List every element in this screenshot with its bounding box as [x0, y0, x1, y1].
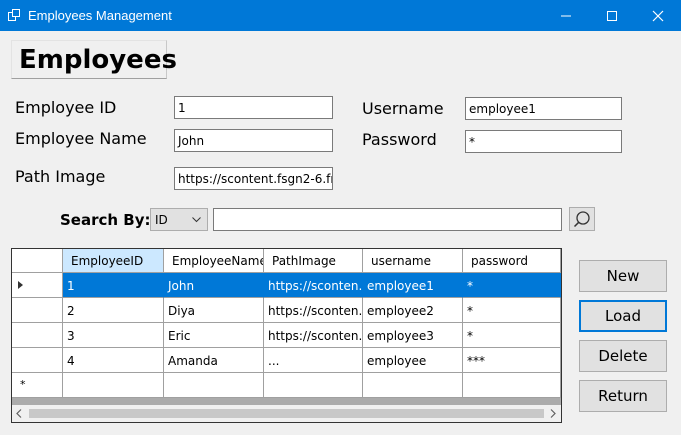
search-by-label: Search By: — [60, 211, 151, 229]
cell-employeeid[interactable] — [63, 373, 164, 398]
maximize-icon — [607, 11, 617, 21]
row-header[interactable] — [12, 273, 63, 298]
path-image-label: Path Image — [15, 167, 106, 186]
column-header-employeename[interactable]: EmployeeName — [164, 249, 264, 273]
grid-header-row: EmployeeID EmployeeName PathImage userna… — [12, 249, 561, 274]
column-header-username[interactable]: username — [363, 249, 463, 273]
cell-username[interactable]: employee1 — [363, 273, 463, 298]
search-button[interactable] — [569, 207, 595, 231]
search-field-select[interactable]: ID — [150, 208, 208, 231]
column-header-password[interactable]: password — [463, 249, 561, 273]
cell-username[interactable]: employee3 — [363, 323, 463, 348]
search-icon — [573, 211, 590, 228]
table-row[interactable]: 4 Amanda ... employee *** — [12, 348, 561, 373]
horizontal-scrollbar[interactable] — [12, 405, 561, 422]
row-header-corner — [12, 249, 63, 273]
scroll-right-icon[interactable] — [550, 409, 556, 418]
cell-employeeid[interactable]: 2 — [63, 298, 164, 323]
cell-employeeid[interactable]: 3 — [63, 323, 164, 348]
password-field[interactable]: * — [465, 130, 622, 153]
load-button[interactable]: Load — [579, 300, 667, 332]
row-header[interactable] — [12, 348, 63, 373]
new-row-marker: * — [20, 378, 26, 391]
heading-group: Employees — [11, 40, 177, 79]
current-row-arrow-icon — [18, 281, 23, 289]
row-header[interactable] — [12, 298, 63, 323]
cell-password[interactable]: * — [463, 298, 561, 323]
return-button[interactable]: Return — [579, 380, 667, 412]
username-label: Username — [362, 99, 444, 118]
cell-pathimage[interactable] — [264, 373, 363, 398]
minimize-icon — [561, 15, 571, 17]
cell-username[interactable]: employee2 — [363, 298, 463, 323]
app-icon — [8, 9, 21, 22]
cell-employeename[interactable]: John — [164, 273, 264, 298]
search-field-value: ID — [155, 213, 168, 227]
close-icon — [652, 10, 664, 22]
title-bar: Employees Management — [0, 0, 681, 31]
scrollbar-thumb[interactable] — [29, 409, 544, 418]
employees-grid[interactable]: EmployeeID EmployeeName PathImage userna… — [11, 248, 562, 423]
cell-password[interactable]: * — [463, 323, 561, 348]
cell-employeename[interactable]: Eric — [164, 323, 264, 348]
cell-employeename[interactable] — [164, 373, 264, 398]
cell-pathimage[interactable]: https://sconten... — [264, 323, 363, 348]
employee-name-field[interactable]: John — [174, 129, 333, 152]
delete-button[interactable]: Delete — [579, 340, 667, 372]
cell-pathimage[interactable]: https://sconten... — [264, 298, 363, 323]
table-row[interactable]: 3 Eric https://sconten... employee3 * — [12, 323, 561, 348]
cell-password[interactable]: *** — [463, 348, 561, 373]
employee-id-field[interactable]: 1 — [174, 96, 333, 119]
cell-pathimage[interactable]: https://sconten... — [264, 273, 363, 298]
cell-employeename[interactable]: Amanda — [164, 348, 264, 373]
row-header[interactable]: * — [12, 373, 63, 398]
cell-pathimage[interactable]: ... — [264, 348, 363, 373]
cell-employeeid[interactable]: 4 — [63, 348, 164, 373]
minimize-button[interactable] — [543, 0, 589, 31]
new-row[interactable]: * — [12, 373, 561, 398]
cell-employeename[interactable]: Diya — [164, 298, 264, 323]
password-label: Password — [362, 130, 437, 149]
employee-id-label: Employee ID — [15, 98, 117, 117]
maximize-button[interactable] — [589, 0, 635, 31]
new-button[interactable]: New — [579, 260, 667, 292]
username-field[interactable]: employee1 — [465, 97, 622, 120]
table-row[interactable]: 1 John https://sconten... employee1 * — [12, 273, 561, 298]
cell-employeeid[interactable]: 1 — [63, 273, 164, 298]
page-title: Employees — [19, 45, 177, 75]
cell-password[interactable]: * — [463, 273, 561, 298]
row-header[interactable] — [12, 323, 63, 348]
path-image-field[interactable]: https://scontent.fsgn2-6.fna.fbcdn.net — [174, 167, 333, 190]
scroll-left-icon[interactable] — [16, 409, 22, 418]
cell-password[interactable] — [463, 373, 561, 398]
column-header-pathimage[interactable]: PathImage — [264, 249, 363, 273]
employee-name-label: Employee Name — [15, 129, 147, 148]
table-row[interactable]: 2 Diya https://sconten... employee2 * — [12, 298, 561, 323]
close-button[interactable] — [635, 0, 681, 31]
cell-username[interactable] — [363, 373, 463, 398]
search-input[interactable] — [213, 208, 562, 231]
cell-username[interactable]: employee — [363, 348, 463, 373]
chevron-down-icon — [192, 217, 201, 223]
column-header-employeeid[interactable]: EmployeeID — [63, 249, 164, 273]
window-title: Employees Management — [28, 8, 172, 23]
